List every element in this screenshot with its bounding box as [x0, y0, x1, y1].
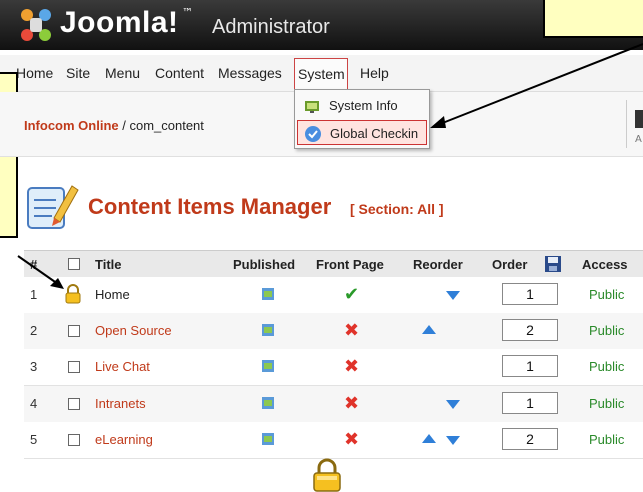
order-input[interactable]: 2	[502, 319, 558, 341]
row-title[interactable]: Intranets	[95, 396, 146, 411]
frontpage-yes-icon[interactable]: ✔	[344, 284, 359, 305]
published-icon[interactable]	[260, 395, 276, 411]
dropdown-label-system-info: System Info	[329, 98, 398, 113]
row-access[interactable]: Public	[589, 323, 624, 338]
menu-content[interactable]: Content	[155, 65, 204, 81]
order-input[interactable]: 1	[502, 355, 558, 377]
row-number: 1	[30, 287, 38, 302]
order-input[interactable]: 2	[502, 428, 558, 450]
menu-site[interactable]: Site	[66, 65, 90, 81]
content-manager-icon	[27, 185, 79, 229]
published-icon[interactable]	[260, 358, 276, 374]
table-row: 3 Live Chat ✖ 1 Public	[24, 349, 643, 386]
table-row: 5 eLearning ✖ 2 Public	[24, 422, 643, 459]
global-checkin-icon	[305, 126, 321, 142]
menu-system-label: System	[298, 66, 345, 82]
row-title[interactable]: Open Source	[95, 323, 172, 338]
published-icon[interactable]	[260, 322, 276, 338]
table-header: # Title Published Front Page Reorder Ord…	[24, 250, 643, 279]
order-input[interactable]: 1	[502, 283, 558, 305]
frontpage-no-icon[interactable]: ✖	[344, 320, 359, 341]
dropdown-item-global-checkin[interactable]: Global Checkin	[297, 120, 427, 145]
table-row: 4 Intranets ✖ 1 Public	[24, 386, 643, 423]
row-access[interactable]: Public	[589, 432, 624, 447]
move-down-icon[interactable]	[446, 400, 460, 409]
frontpage-no-icon[interactable]: ✖	[344, 429, 359, 450]
page-title: Content Items Manager	[88, 194, 332, 219]
published-icon[interactable]	[260, 286, 276, 302]
section-filter-label: [ Section: All ]	[350, 201, 444, 217]
callout-box-top	[543, 0, 643, 38]
row-checkbox[interactable]	[68, 325, 80, 337]
select-all-checkbox[interactable]	[68, 258, 80, 270]
col-header-published[interactable]: Published	[233, 257, 295, 272]
move-down-icon[interactable]	[446, 436, 460, 445]
row-number: 3	[30, 359, 38, 374]
published-icon[interactable]	[260, 431, 276, 447]
menu-system[interactable]: System	[294, 58, 348, 90]
row-checkbox[interactable]	[68, 398, 80, 410]
col-header-title[interactable]: Title	[95, 257, 122, 272]
row-access[interactable]: Public	[589, 287, 624, 302]
row-checkbox[interactable]	[68, 434, 80, 446]
move-down-icon[interactable]	[446, 291, 460, 300]
breadcrumb-path: com_content	[129, 118, 204, 133]
row-number: 5	[30, 432, 38, 447]
breadcrumb-separator: /	[118, 118, 130, 133]
col-header-order[interactable]: Order	[492, 257, 527, 272]
row-checkbox[interactable]	[68, 361, 80, 373]
frontpage-no-icon[interactable]: ✖	[344, 356, 359, 377]
row-title[interactable]: Live Chat	[95, 359, 150, 374]
save-order-icon[interactable]	[544, 255, 562, 273]
toolbar-button-partial[interactable]: A	[626, 100, 643, 148]
system-dropdown-menu: System Info Global Checkin	[294, 89, 430, 149]
toolbar-label-partial: A	[635, 134, 642, 145]
checked-out-lock-icon	[65, 284, 81, 304]
row-access[interactable]: Public	[589, 359, 624, 374]
joomla-logo-icon	[21, 9, 51, 41]
order-input[interactable]: 1	[502, 392, 558, 414]
toolbar-icon	[635, 110, 643, 128]
row-number: 2	[30, 323, 38, 338]
dropdown-item-system-info[interactable]: System Info	[297, 93, 427, 118]
menu-help[interactable]: Help	[360, 65, 389, 81]
dropdown-label-global-checkin: Global Checkin	[330, 126, 419, 141]
breadcrumb-site[interactable]: Infocom Online	[24, 118, 119, 133]
row-access[interactable]: Public	[589, 396, 624, 411]
row-title[interactable]: eLearning	[95, 432, 153, 447]
table-row: 1 Home ✔ 1 Public	[24, 277, 643, 314]
menu-menu[interactable]: Menu	[105, 65, 140, 81]
col-header-access[interactable]: Access	[582, 257, 628, 272]
menu-messages[interactable]: Messages	[218, 65, 282, 81]
move-up-icon[interactable]	[422, 434, 436, 443]
header-subtitle: Administrator	[212, 16, 330, 38]
frontpage-no-icon[interactable]: ✖	[344, 393, 359, 414]
system-info-icon	[305, 101, 319, 113]
row-number: 4	[30, 396, 38, 411]
row-title: Home	[95, 287, 130, 302]
col-header-frontpage[interactable]: Front Page	[316, 257, 384, 272]
menu-home[interactable]: Home	[16, 65, 53, 81]
move-up-icon[interactable]	[422, 325, 436, 334]
logo-text: Joomla!	[60, 6, 179, 39]
col-header-reorder: Reorder	[413, 257, 463, 272]
table-row: 2 Open Source ✖ 2 Public	[24, 313, 643, 350]
logo-tm: ™	[182, 6, 193, 19]
col-header-num: #	[30, 257, 38, 272]
breadcrumb: Infocom Online / com_content	[24, 118, 204, 133]
large-lock-icon	[313, 458, 341, 492]
